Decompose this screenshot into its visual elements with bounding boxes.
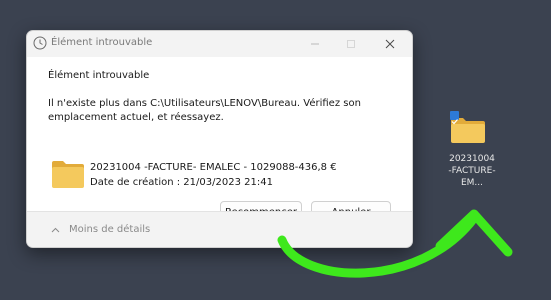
- dialog-content: Élément introuvable Il n'existe plus dan…: [27, 57, 412, 223]
- less-details-toggle[interactable]: Moins de détails: [51, 224, 150, 235]
- dialog-heading: Élément introuvable: [48, 70, 150, 81]
- item-not-found-dialog: Élément introuvable Élément introuvable …: [26, 30, 413, 248]
- clock-icon: [33, 36, 47, 50]
- chevron-up-icon: [51, 227, 60, 232]
- minimize-icon: [311, 43, 319, 45]
- less-details-label: Moins de détails: [69, 224, 151, 235]
- file-creation-date: Date de création : 21/03/2023 21:41: [90, 177, 273, 188]
- close-button[interactable]: [372, 31, 408, 57]
- maximize-icon: [347, 40, 355, 48]
- desktop-icon-label-line1: 20231004: [449, 154, 495, 164]
- desktop-icon-label: 20231004 -FACTURE- EM...: [438, 153, 506, 189]
- file-name: 20231004 -FACTURE- EMALEC - 1029088-436,…: [90, 162, 337, 173]
- desktop-folder-shortcut[interactable]: 20231004 -FACTURE- EM...: [438, 107, 506, 188]
- close-icon: [385, 39, 395, 49]
- minimize-button[interactable]: [297, 31, 333, 57]
- error-message: Il n'existe plus dans C:\Utilisateurs\LE…: [48, 98, 361, 123]
- check-icon: [451, 119, 458, 125]
- desktop-icon-label-line2: -FACTURE- EM...: [448, 166, 496, 188]
- title-bar[interactable]: Élément introuvable: [27, 31, 412, 57]
- folder-icon: [52, 161, 84, 188]
- window-title: Élément introuvable: [51, 37, 153, 48]
- maximize-button[interactable]: [333, 31, 369, 57]
- selection-checkbox[interactable]: [450, 111, 459, 125]
- dialog-footer: Moins de détails: [27, 211, 412, 247]
